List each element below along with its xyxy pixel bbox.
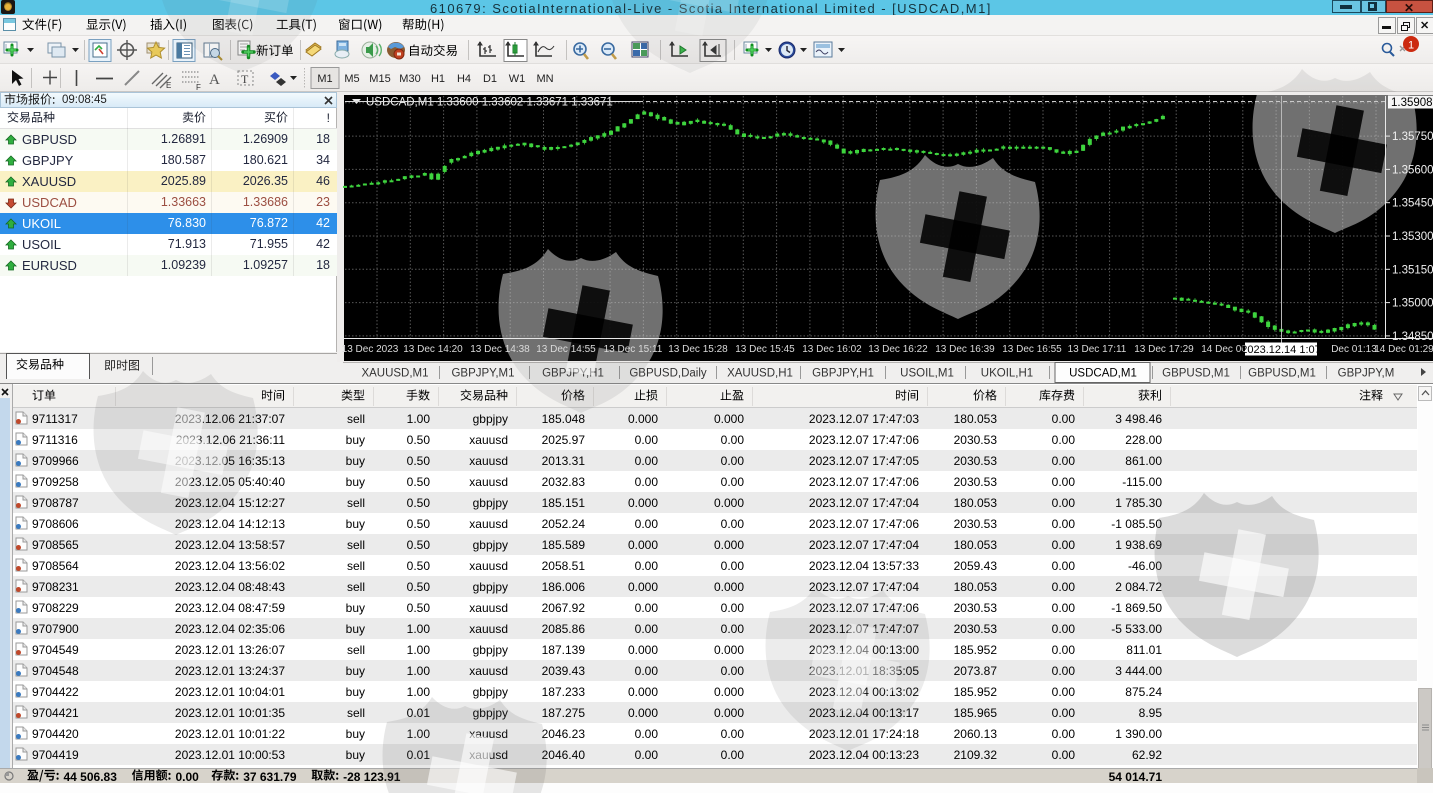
svg-text:XAUUSD,H1: XAUUSD,H1 (727, 368, 793, 380)
svg-text:GBPJPY,M1: GBPJPY,M1 (451, 368, 514, 380)
svg-text:GBPUSD,M1: GBPUSD,M1 (1162, 368, 1230, 380)
svg-text:USDCAD,M1: USDCAD,M1 (1069, 368, 1137, 380)
svg-text:GBPUSD,Daily: GBPUSD,Daily (629, 368, 707, 380)
svg-text:UKOIL,H1: UKOIL,H1 (981, 368, 1033, 380)
svg-text:XAUUSD,M1: XAUUSD,M1 (361, 368, 428, 380)
svg-text:GBPJPY,H1: GBPJPY,H1 (542, 368, 604, 380)
svg-text:GBPJPY,M: GBPJPY,M (1338, 368, 1395, 380)
svg-text:GBPJPY,H1: GBPJPY,H1 (812, 368, 874, 380)
svg-text:USOIL,M1: USOIL,M1 (900, 368, 954, 380)
svg-text:GBPUSD,M1: GBPUSD,M1 (1248, 368, 1316, 380)
